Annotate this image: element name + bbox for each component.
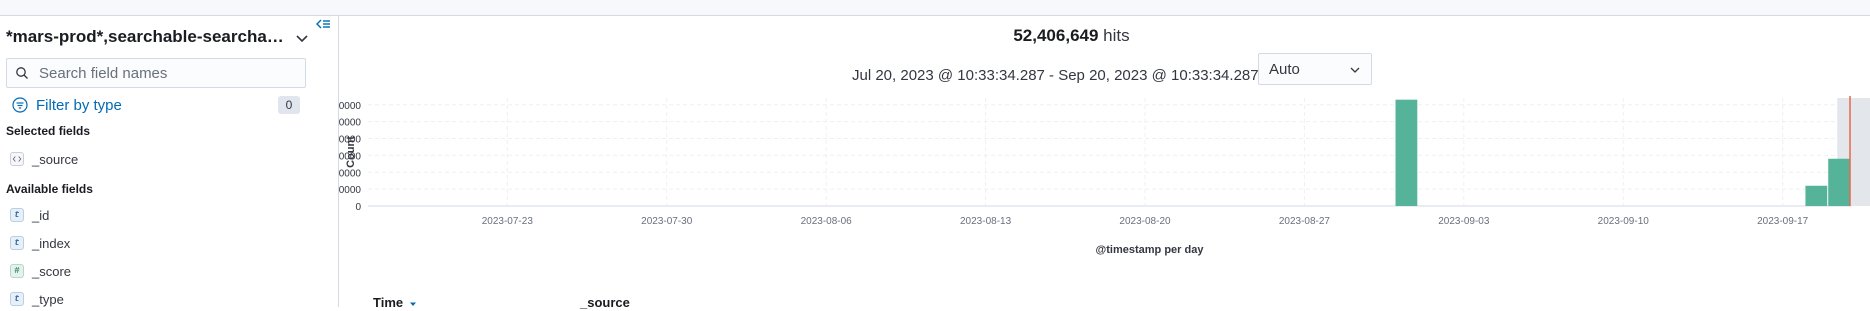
source-column-header: _source: [580, 295, 630, 310]
field-search: [6, 58, 306, 88]
field-name: _source: [32, 151, 79, 167]
field-item-index[interactable]: t _index: [10, 234, 70, 252]
chevron-down-icon: [296, 35, 308, 43]
y-tick-label: 30000000: [339, 101, 361, 112]
y-tick-label: 5000000: [339, 185, 361, 196]
field-name: _id: [32, 207, 50, 223]
field-item-source[interactable]: _source: [10, 150, 78, 168]
hits-counter: 52,406,649 hits: [339, 26, 1804, 46]
filter-count-badge: 0: [278, 96, 300, 114]
histogram-bar: [1805, 185, 1828, 206]
hits-count: 52,406,649: [1013, 26, 1099, 45]
filter-by-type-label: Filter by type: [36, 96, 122, 114]
field-item-score[interactable]: # _score: [10, 262, 71, 280]
field-name: _type: [32, 291, 64, 307]
x-tick-label: 2023-09-03: [1438, 216, 1490, 227]
x-tick-label: 2023-08-20: [1119, 216, 1171, 227]
x-tick-label: 2023-08-13: [960, 216, 1012, 227]
chevron-down-icon: [1350, 67, 1360, 73]
histogram-bar: [1395, 99, 1418, 206]
discover-main: 52,406,649 hits Jul 20, 2023 @ 10:33:34.…: [338, 16, 1870, 310]
interval-value: Auto: [1269, 60, 1300, 78]
y-tick-label: 0: [355, 202, 361, 213]
filter-by-type-button[interactable]: Filter by type 0: [12, 94, 302, 116]
field-name: _index: [32, 235, 71, 251]
x-tick-label: 2023-08-27: [1279, 216, 1331, 227]
x-tick-label: 2023-07-30: [641, 216, 693, 227]
field-item-type[interactable]: t _type: [10, 290, 64, 308]
x-tick-label: 2023-09-10: [1598, 216, 1650, 227]
string-type-icon: t: [10, 292, 24, 306]
interval-select[interactable]: Auto: [1258, 53, 1372, 85]
field-name: _score: [32, 263, 72, 279]
x-axis-title: @timestamp per day: [1096, 244, 1205, 256]
filter-icon: [12, 97, 28, 113]
top-border: [0, 0, 1870, 16]
field-item-id[interactable]: t _id: [10, 206, 49, 224]
document-table-header: Time _source: [373, 295, 1073, 311]
available-fields-title: Available fields: [6, 182, 93, 196]
y-axis-title: Count: [345, 136, 357, 168]
collapse-sidebar-icon[interactable]: [314, 16, 332, 34]
string-type-icon: t: [10, 236, 24, 250]
x-tick-label: 2023-09-17: [1757, 216, 1809, 227]
search-icon: [16, 67, 28, 79]
code-icon: [10, 152, 24, 166]
number-type-icon: #: [10, 264, 24, 278]
selected-fields-title: Selected fields: [6, 124, 91, 138]
index-pattern-name: *mars-prod*,searchable-searchable-mars-p…: [6, 27, 286, 46]
histogram-bar: [1828, 158, 1850, 206]
hits-label: hits: [1103, 26, 1130, 45]
sort-down-icon: [409, 302, 416, 306]
time-column-header[interactable]: Time: [373, 295, 417, 310]
x-tick-label: 2023-07-23: [482, 216, 534, 227]
histogram-chart[interactable]: 3000000025000000200000001500000010000000…: [339, 96, 1870, 306]
y-tick-label: 10000000: [339, 168, 361, 179]
index-pattern-selector[interactable]: *mars-prod*,searchable-searchable-mars-p…: [6, 22, 308, 52]
field-sidebar: *mars-prod*,searchable-searchable-mars-p…: [0, 16, 338, 307]
x-tick-label: 2023-08-06: [801, 216, 853, 227]
y-tick-label: 25000000: [339, 118, 361, 129]
time-range-row: Jul 20, 2023 @ 10:33:34.287 - Sep 20, 20…: [852, 60, 1592, 90]
string-type-icon: t: [10, 208, 24, 222]
search-field-names-input[interactable]: [39, 64, 289, 82]
time-range-text: Jul 20, 2023 @ 10:33:34.287 - Sep 20, 20…: [852, 66, 1259, 84]
